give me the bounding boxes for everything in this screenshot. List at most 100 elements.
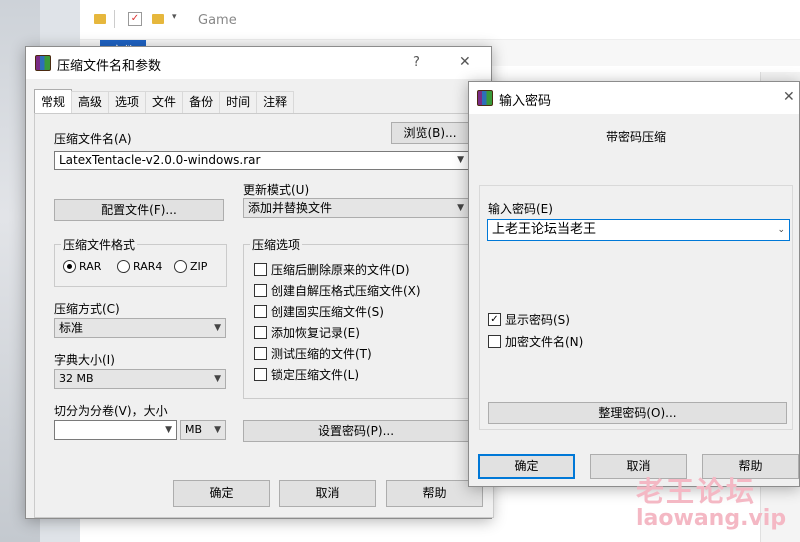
dictionary-value: 32 MB bbox=[59, 372, 94, 385]
option-label: 锁定压缩文件(L) bbox=[271, 368, 360, 382]
split-unit-value: MB bbox=[185, 423, 203, 436]
chevron-down-icon[interactable]: ▼ bbox=[457, 199, 464, 217]
show-password-label: 显示密码(S) bbox=[505, 313, 570, 327]
close-icon[interactable]: ✕ bbox=[783, 89, 795, 105]
profiles-button[interactable]: 配置文件(F)... bbox=[54, 199, 224, 221]
winrar-icon bbox=[477, 90, 493, 106]
chevron-down-icon[interactable]: ▼ bbox=[457, 152, 464, 169]
format-zip-label: ZIP bbox=[190, 260, 208, 273]
password-value: 上老王论坛当老王 bbox=[492, 222, 597, 237]
option-test-files[interactable]: 测试压缩的文件(T) bbox=[254, 345, 372, 362]
split-size-input[interactable]: ▼ bbox=[54, 420, 177, 440]
archive-name-input[interactable]: LatexTentacle-v2.0.0-windows.rar ▼ bbox=[54, 151, 469, 170]
tab-advanced[interactable]: 高级 bbox=[71, 91, 110, 113]
checkbox-icon bbox=[254, 284, 267, 297]
new-folder-icon[interactable] bbox=[152, 14, 164, 24]
encrypt-names-label: 加密文件名(N) bbox=[505, 335, 584, 349]
chevron-down-icon[interactable]: ⌄ bbox=[777, 220, 785, 240]
archive-name-label: 压缩文件名(A) bbox=[54, 132, 132, 146]
checkbox-icon bbox=[254, 347, 267, 360]
help-icon[interactable]: ? bbox=[413, 55, 420, 70]
format-group-title: 压缩文件格式 bbox=[61, 236, 138, 253]
tab-bar: 常规 高级 选项 文件 备份 时间 注释 bbox=[34, 89, 295, 113]
format-zip-radio[interactable]: ZIP bbox=[174, 260, 207, 273]
show-password-checkbox[interactable]: ✓ 显示密码(S) bbox=[488, 311, 570, 328]
encrypt-names-checkbox[interactable]: 加密文件名(N) bbox=[488, 333, 583, 350]
password-ok-button[interactable]: 确定 bbox=[478, 454, 575, 479]
folder-icon bbox=[94, 14, 106, 24]
close-icon[interactable]: ✕ bbox=[459, 54, 471, 70]
watermark-url: laowang.vip bbox=[636, 506, 787, 531]
cancel-button[interactable]: 取消 bbox=[279, 480, 376, 507]
archive-options-dialog: 压缩文件名和参数 ? ✕ 常规 高级 选项 文件 备份 时间 注释 压缩文件名(… bbox=[25, 46, 494, 519]
format-rar-label: RAR bbox=[79, 260, 102, 273]
set-password-button[interactable]: 设置密码(P)... bbox=[243, 420, 469, 442]
method-select[interactable]: 标准 ▼ bbox=[54, 318, 226, 338]
option-label: 创建自解压格式压缩文件(X) bbox=[271, 284, 421, 298]
customize-dropdown-icon[interactable]: ▾ bbox=[172, 12, 177, 22]
ok-button[interactable]: 确定 bbox=[173, 480, 270, 507]
option-lock-archive[interactable]: 锁定压缩文件(L) bbox=[254, 366, 359, 383]
password-dialog-title: 输入密码 bbox=[499, 94, 552, 109]
dictionary-select[interactable]: 32 MB ▼ bbox=[54, 369, 226, 389]
format-rar-radio[interactable]: RAR bbox=[63, 260, 101, 273]
password-dialog: 输入密码 ✕ 带密码压缩 输入密码(E) 上老王论坛当老王 ⌄ ✓ 显示密码(S)… bbox=[468, 81, 800, 487]
password-dialog-subtitle: 带密码压缩 bbox=[606, 130, 667, 144]
update-mode-label: 更新模式(U) bbox=[243, 183, 310, 197]
checkbox-icon bbox=[254, 263, 267, 276]
checkbox-icon bbox=[488, 335, 501, 348]
update-mode-select[interactable]: 添加并替换文件 ▼ bbox=[243, 198, 469, 218]
dictionary-label: 字典大小(I) bbox=[54, 353, 115, 367]
option-label: 测试压缩的文件(T) bbox=[271, 347, 372, 361]
format-rar4-label: RAR4 bbox=[133, 260, 163, 273]
separator bbox=[114, 10, 115, 28]
radio-icon bbox=[117, 260, 130, 273]
chevron-down-icon[interactable]: ▼ bbox=[165, 421, 172, 439]
tab-files[interactable]: 文件 bbox=[145, 91, 184, 113]
tab-time[interactable]: 时间 bbox=[219, 91, 258, 113]
format-rar4-radio[interactable]: RAR4 bbox=[117, 260, 162, 273]
option-label: 添加恢复记录(E) bbox=[271, 326, 360, 340]
method-value: 标准 bbox=[59, 321, 84, 335]
option-label: 压缩后删除原来的文件(D) bbox=[271, 263, 410, 277]
checkbox-icon bbox=[254, 326, 267, 339]
organize-passwords-button[interactable]: 整理密码(O)... bbox=[488, 402, 787, 424]
watermark-logo: 老王论坛 bbox=[636, 475, 757, 508]
tab-backup[interactable]: 备份 bbox=[182, 91, 221, 113]
option-solid[interactable]: 创建固实压缩文件(S) bbox=[254, 303, 384, 320]
password-input[interactable]: 上老王论坛当老王 ⌄ bbox=[487, 219, 790, 241]
option-create-sfx[interactable]: 创建自解压格式压缩文件(X) bbox=[254, 282, 421, 299]
dialog-titlebar: 压缩文件名和参数 ? ✕ bbox=[26, 47, 491, 79]
update-mode-value: 添加并替换文件 bbox=[248, 201, 333, 215]
chevron-down-icon[interactable]: ▼ bbox=[214, 370, 221, 388]
options-group-title: 压缩选项 bbox=[250, 236, 303, 253]
options-group: 压缩选项 压缩后删除原来的文件(D) 创建自解压格式压缩文件(X) 创建固实压缩… bbox=[243, 236, 469, 399]
tab-comment[interactable]: 注释 bbox=[256, 91, 295, 113]
radio-selected-icon bbox=[63, 260, 76, 273]
explorer-titlebar: ✓ ▾ Game bbox=[80, 0, 800, 40]
password-dialog-titlebar: 输入密码 ✕ bbox=[469, 82, 799, 114]
tab-general[interactable]: 常规 bbox=[34, 89, 73, 113]
option-recovery-record[interactable]: 添加恢复记录(E) bbox=[254, 324, 360, 341]
dialog-title: 压缩文件名和参数 bbox=[57, 59, 162, 74]
method-label: 压缩方式(C) bbox=[54, 302, 120, 316]
split-unit-select[interactable]: MB ▼ bbox=[180, 420, 226, 440]
checkbox-icon bbox=[254, 305, 267, 318]
checkmark-icon: ✓ bbox=[488, 313, 501, 326]
option-delete-after[interactable]: 压缩后删除原来的文件(D) bbox=[254, 261, 410, 278]
password-label: 输入密码(E) bbox=[488, 202, 553, 216]
winrar-icon bbox=[35, 55, 51, 71]
chevron-down-icon[interactable]: ▼ bbox=[214, 319, 221, 337]
split-label: 切分为分卷(V)，大小 bbox=[54, 404, 168, 418]
general-panel: 压缩文件名(A) 浏览(B)... LatexTentacle-v2.0.0-w… bbox=[34, 113, 494, 518]
explorer-title: Game bbox=[198, 13, 237, 28]
checkbox-icon bbox=[254, 368, 267, 381]
properties-check-icon[interactable]: ✓ bbox=[128, 12, 142, 26]
option-label: 创建固实压缩文件(S) bbox=[271, 305, 384, 319]
tab-options[interactable]: 选项 bbox=[108, 91, 147, 113]
browse-button[interactable]: 浏览(B)... bbox=[391, 122, 469, 144]
format-group: 压缩文件格式 RAR RAR4 ZIP bbox=[54, 236, 227, 287]
chevron-down-icon[interactable]: ▼ bbox=[214, 421, 221, 439]
archive-name-value: LatexTentacle-v2.0.0-windows.rar bbox=[59, 153, 261, 167]
radio-icon bbox=[174, 260, 187, 273]
